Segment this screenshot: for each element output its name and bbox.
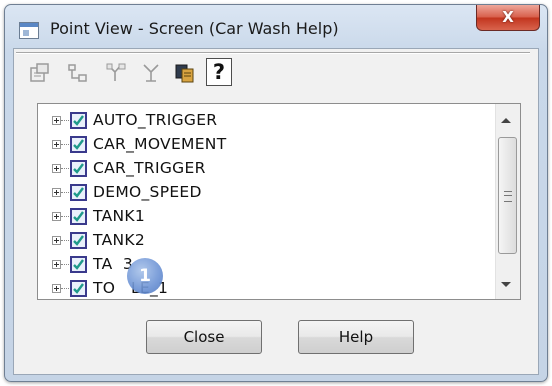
scroll-down-arrow-icon[interactable] <box>501 282 511 287</box>
callout-marker: 1 <box>127 258 163 294</box>
tree-item-label: CAR_TRIGGER <box>93 159 206 177</box>
tree-item-tank2[interactable]: TANK2 <box>38 229 498 253</box>
window-app-icon <box>19 22 39 39</box>
expand-plus-icon[interactable] <box>52 164 61 173</box>
grip-icon <box>504 191 512 202</box>
close-button[interactable]: Close <box>146 320 262 354</box>
checkbox-checked-icon[interactable] <box>70 208 87 225</box>
tree-item-label: CAR_MOVEMENT <box>93 135 227 153</box>
expand-plus-icon[interactable] <box>52 116 61 125</box>
expand-plus-icon[interactable] <box>52 236 61 245</box>
tree-item-tank1[interactable]: TANK1 <box>38 205 498 229</box>
window-close-button[interactable]: X <box>476 5 540 31</box>
toolbar-separator <box>16 52 530 54</box>
expand-plus-icon[interactable] <box>52 140 61 149</box>
tree-item-label: TANK2 <box>93 231 145 249</box>
point-tree[interactable]: AUTO_TRIGGER CAR_MOVEMENT CAR_TRIGGER DE… <box>37 103 521 300</box>
tree-item-label: DEMO_SPEED <box>93 183 202 201</box>
help-button[interactable]: Help <box>298 320 414 354</box>
checkbox-checked-icon[interactable] <box>70 136 87 153</box>
tree-item-label: TANK1 <box>93 207 145 225</box>
expand-plus-icon[interactable] <box>52 188 61 197</box>
expand-plus-icon[interactable] <box>52 284 61 293</box>
tree-item-toggle-1[interactable]: TO LE_1 <box>38 277 498 299</box>
checkbox-checked-icon[interactable] <box>70 112 87 129</box>
tree-item-label: AUTO_TRIGGER <box>93 111 218 129</box>
checkbox-checked-icon[interactable] <box>70 160 87 177</box>
branch-icon[interactable] <box>105 62 127 84</box>
tree-item-car-movement[interactable]: CAR_MOVEMENT <box>38 133 498 157</box>
hierarchy-icon[interactable] <box>140 62 162 84</box>
expand-plus-icon[interactable] <box>52 260 61 269</box>
tree-item-tank3[interactable]: TA 3 <box>38 253 498 277</box>
checkbox-checked-icon[interactable] <box>70 280 87 297</box>
checkbox-checked-icon[interactable] <box>70 232 87 249</box>
vertical-scrollbar[interactable] <box>495 104 520 299</box>
scroll-thumb[interactable] <box>498 137 517 254</box>
tree-item-car-trigger[interactable]: CAR_TRIGGER <box>38 157 498 181</box>
scroll-up-arrow-icon[interactable] <box>501 118 511 123</box>
checkbox-checked-icon[interactable] <box>70 184 87 201</box>
properties-icon[interactable] <box>29 62 51 84</box>
tree-item-auto-trigger[interactable]: AUTO_TRIGGER <box>38 109 498 133</box>
help-icon[interactable]: ? <box>206 58 232 86</box>
tree-item-demo-speed[interactable]: DEMO_SPEED <box>38 181 498 205</box>
title-bar[interactable]: Point View - Screen (Car Wash Help) X <box>5 5 547 47</box>
tree-icon[interactable] <box>67 62 89 84</box>
expand-plus-icon[interactable] <box>52 212 61 221</box>
window-title: Point View - Screen (Car Wash Help) <box>50 19 339 38</box>
checkbox-checked-icon[interactable] <box>70 256 87 273</box>
copy-icon[interactable] <box>174 62 196 84</box>
